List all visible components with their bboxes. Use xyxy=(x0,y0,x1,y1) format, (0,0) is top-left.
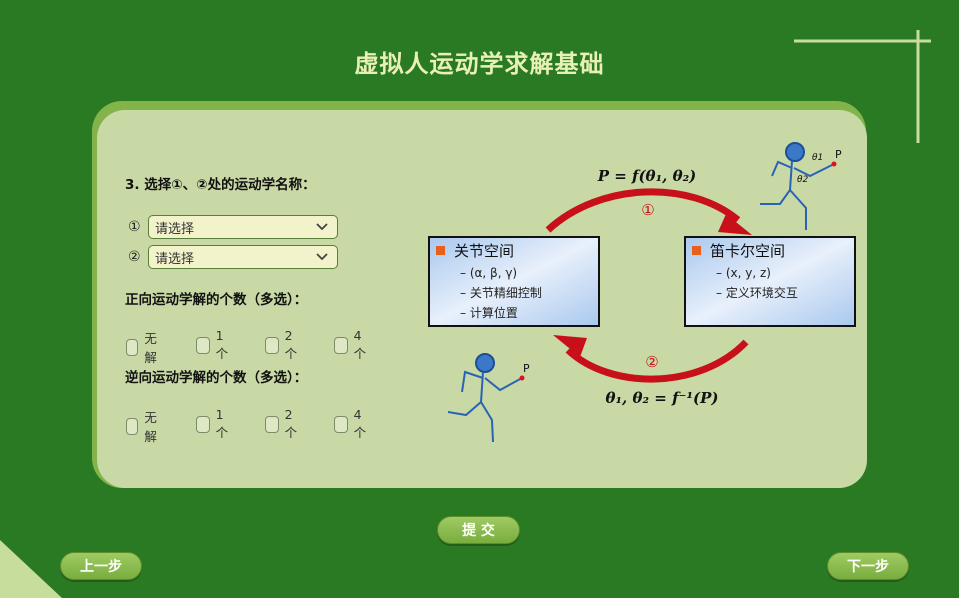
theta1-label: θ1 xyxy=(812,153,823,163)
marker-1: ① xyxy=(641,201,654,219)
joint-space-item: – 计算位置 xyxy=(460,305,518,320)
point-marker-icon xyxy=(831,161,837,167)
stick-figure-icon xyxy=(447,353,523,443)
cartesian-space-title: 笛卡尔空间 xyxy=(710,242,785,260)
kinematics-diagram: P = f(θ₁, θ₂) ① ② θ₁, θ₂ = f⁻¹(P) 关节空间 –… xyxy=(428,142,856,443)
cartesian-space-box: 笛卡尔空间 – (x, y, z) – 定义环境交互 xyxy=(684,236,856,327)
bullet-square-icon xyxy=(436,246,445,255)
point-label: P xyxy=(523,362,530,375)
joint-space-title: 关节空间 xyxy=(454,242,514,260)
joint-space-item: – 关节精细控制 xyxy=(460,286,542,300)
next-button[interactable]: 下一步 xyxy=(827,552,909,580)
inverse-formula: θ₁, θ₂ = f⁻¹(P) xyxy=(605,389,718,407)
forward-formula: P = f(θ₁, θ₂) xyxy=(597,167,697,185)
cartesian-space-item: – (x, y, z) xyxy=(716,266,771,280)
prev-button[interactable]: 上一步 xyxy=(60,552,142,580)
point-marker-icon xyxy=(519,375,525,381)
theta2-label: θ2 xyxy=(797,175,809,185)
marker-2: ② xyxy=(645,353,658,371)
joint-space-item: – (α, β, γ) xyxy=(460,266,517,280)
submit-button[interactable]: 提 交 xyxy=(437,516,520,544)
cartesian-space-item: – 定义环境交互 xyxy=(716,285,798,300)
joint-space-box: 关节空间 – (α, β, γ) – 关节精细控制 – 计算位置 xyxy=(428,236,600,327)
bullet-square-icon xyxy=(692,246,701,255)
point-label: P xyxy=(835,148,842,161)
